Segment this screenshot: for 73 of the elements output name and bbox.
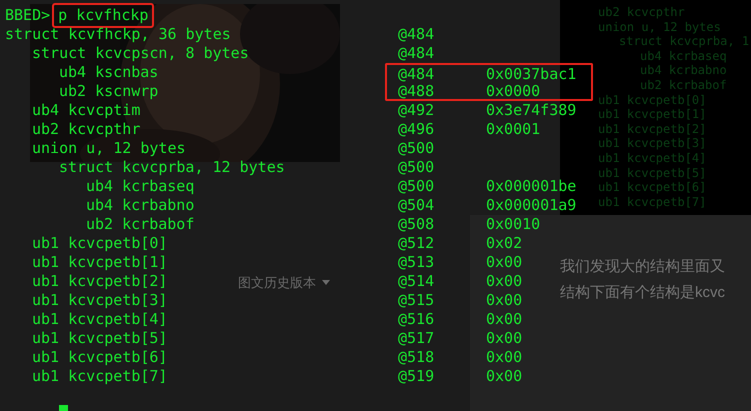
terminal-line: ub2 kcvcpthr	[598, 5, 685, 19]
prompt: BBED>	[5, 6, 50, 25]
history-menu[interactable]: 图文历史版本	[238, 273, 330, 292]
offset: @500	[398, 139, 434, 157]
value: 0x0001	[486, 120, 540, 139]
field-name: struct kcvfhckp, 36 bytes	[5, 25, 231, 43]
value: 0x00	[486, 253, 522, 272]
article-paragraph: 我们发现大的结构里面又 结构下面有个结构是kcvc	[560, 257, 725, 303]
field-name: union u, 12 bytes	[32, 139, 186, 157]
terminal-line: ub4 kcrbaseq	[640, 48, 727, 63]
terminal-line: ub1 kcvcpetb[3]	[598, 136, 706, 150]
field-name: ub2 kcrbabof	[86, 215, 194, 233]
terminal-line: struct kcvcprba, 1	[619, 34, 750, 48]
value: 0x0010	[486, 215, 540, 234]
value: 0x0037bac1	[486, 65, 576, 82]
terminal-line: ub1 kcvcpetb[4]	[598, 151, 706, 165]
field-name: ub4 kcrbaseq	[86, 177, 194, 195]
value: 0x0000	[486, 82, 540, 99]
cursor	[59, 405, 68, 411]
field-name: struct kcvcpscn, 8 bytes	[32, 44, 249, 62]
offset: @488	[398, 82, 434, 100]
offset: @508	[398, 215, 434, 233]
offset: @500	[398, 177, 434, 195]
field-name: ub1 kcvcpetb[5]	[32, 329, 168, 347]
caret-icon	[322, 280, 330, 286]
value: 0x00	[486, 367, 522, 386]
terminal-line: union u, 12 bytes	[598, 20, 721, 34]
field-name: ub2 kcvcpthr	[32, 120, 140, 138]
value: 0x00	[486, 329, 522, 348]
field-name: ub4 kscnbas	[59, 63, 158, 81]
value: 0x000001be	[486, 177, 576, 196]
field-name: ub4 kcrbabno	[86, 196, 194, 214]
value: 0x00	[486, 348, 522, 367]
value: 0x00	[486, 310, 522, 329]
field-name: ub1 kcvcpetb[7]	[32, 367, 168, 385]
field-name: ub4 kcvcptim	[32, 101, 140, 119]
field-name: ub1 kcvcpetb[2]	[32, 272, 168, 290]
offset: @504	[398, 196, 434, 214]
value: 0x02	[486, 234, 522, 253]
offset: @516	[398, 310, 434, 328]
field-name: ub1 kcvcpetb[1]	[32, 253, 168, 271]
offset: @484	[398, 65, 434, 83]
command: p kcvfhckp	[52, 3, 154, 28]
offset: @500	[398, 158, 434, 176]
offset: @517	[398, 329, 434, 347]
terminal-line: ub1 kcvcpetb[1]	[598, 107, 706, 122]
field-name: ub1 kcvcpetb[6]	[32, 348, 168, 366]
offset: @513	[398, 253, 434, 271]
terminal-line: ub1 kcvcpetb[7]	[598, 194, 706, 209]
field-name: ub1 kcvcpetb[0]	[32, 234, 168, 252]
terminal-line: ub1 kcvcpetb[2]	[598, 122, 706, 136]
terminal-line: ub2 kcrbabof	[640, 78, 727, 92]
terminal-line: ub1 kcvcpetb[5]	[598, 166, 706, 180]
terminal-line: ub1 kcvcpetb[6]	[598, 180, 706, 194]
offset: @496	[398, 120, 434, 138]
terminal-line: ub4 kcrbabno	[640, 63, 727, 78]
field-name: ub1 kcvcpetb[3]	[32, 291, 168, 309]
offset: @484	[398, 25, 434, 43]
offset: @492	[398, 101, 434, 119]
value: 0x00	[486, 272, 522, 291]
terminal-line: ub1 kcvcpetb[0]	[598, 92, 706, 107]
offset: @512	[398, 234, 434, 252]
offset: @519	[398, 367, 434, 385]
value: 0x00	[486, 291, 522, 310]
offset: @515	[398, 291, 434, 309]
value: 0x3e74f389	[486, 101, 576, 120]
offset: @484	[398, 44, 434, 62]
field-name: ub1 kcvcpetb[4]	[32, 310, 168, 328]
field-name: ub2 kscnwrp	[59, 82, 158, 100]
offset: @518	[398, 348, 434, 366]
offset: @514	[398, 272, 434, 290]
value: 0x000001a9	[486, 196, 576, 215]
field-name: struct kcvcprba, 12 bytes	[59, 158, 285, 176]
